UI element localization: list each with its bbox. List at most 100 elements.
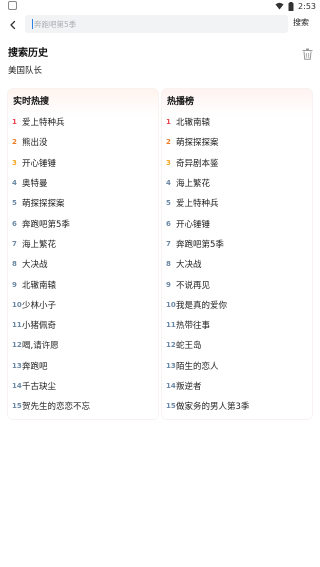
item-title: 海上繁花 (176, 179, 211, 190)
item-title: 奔跑吧第5季 (176, 239, 224, 250)
battery-icon (288, 1, 294, 11)
rank-number: 12 (166, 341, 176, 350)
rank-number: 15 (12, 402, 22, 411)
list-item[interactable]: 15 做家务的男人第3季 (166, 396, 308, 416)
item-title: 喝,请许愿 (22, 341, 59, 352)
status-bar-right: 2:53 (275, 0, 316, 12)
rank-number: 9 (166, 280, 171, 289)
notification-icon (8, 1, 17, 10)
item-title: 不说再见 (176, 280, 211, 291)
item-title: 北辙南辕 (22, 280, 57, 291)
item-title: 开心锤锤 (176, 219, 211, 230)
list-item[interactable]: 9 不说再见 (166, 274, 308, 294)
list-item[interactable]: 14 叛逆者 (166, 376, 308, 396)
rank-number: 4 (166, 179, 171, 188)
list-item[interactable]: 7 奔跑吧第5季 (166, 234, 308, 254)
list-item[interactable]: 3 开心锤锤 (12, 153, 154, 173)
list-item[interactable]: 15 贺先生的恋恋不忘 (12, 396, 154, 416)
list-item[interactable]: 10 少林小子 (12, 295, 154, 315)
rank-number: 12 (12, 341, 22, 350)
list-item[interactable]: 7 海上繁花 (12, 234, 154, 254)
item-title: 爱上特种兵 (22, 118, 65, 129)
rank-number: 6 (166, 219, 171, 228)
hot-list: 1 北辙南辕 2 萌探探探案 3 奇异剧本鉴 4 海上繁花 5 爱上特种兵 6 开心锤锤 7 奔跑吧第5季… (166, 112, 308, 416)
text-caret (32, 19, 33, 29)
list-item[interactable]: 1 北辙南辕 (166, 112, 308, 132)
item-title: 小猪佩奇 (22, 321, 57, 332)
list-item[interactable]: 3 奇异剧本鉴 (166, 153, 308, 173)
search-button[interactable]: 搜索 (293, 17, 309, 28)
list-item[interactable]: 11 热带往事 (166, 315, 308, 335)
item-title: 蛇王岛 (176, 341, 202, 352)
trash-icon[interactable] (302, 45, 313, 60)
list-item[interactable]: 4 海上繁花 (166, 173, 308, 193)
rank-number: 10 (12, 300, 22, 309)
item-title: 大决战 (176, 260, 202, 271)
list-item[interactable]: 8 大决战 (166, 254, 308, 274)
list-item[interactable]: 5 萌探探探案 (12, 193, 154, 213)
rank-number: 5 (166, 199, 171, 208)
back-arrow-icon[interactable] (6, 17, 20, 31)
list-item[interactable]: 5 爱上特种兵 (166, 193, 308, 213)
list-item[interactable]: 4 奥特曼 (12, 173, 154, 193)
realtime-hot-search-panel: 实时热搜 1 爱上特种兵 2 熊出没 3 开心锤锤 4 奥特曼 5 萌探探探案 6 奔跑吧第5季 7 海上… (8, 89, 158, 419)
panel-title: 实时热搜 (13, 97, 50, 107)
list-item[interactable]: 6 开心锤锤 (166, 213, 308, 233)
search-input[interactable] (34, 15, 274, 33)
item-title: 奥特曼 (22, 179, 48, 190)
rank-number: 14 (166, 382, 176, 390)
item-title: 开心锤锤 (22, 158, 57, 169)
rank-number: 3 (12, 158, 17, 167)
item-title: 做家务的男人第3季 (176, 402, 250, 413)
rank-number: 2 (12, 138, 17, 147)
rank-number: 9 (12, 280, 17, 289)
item-title: 热带往事 (176, 321, 211, 332)
status-time: 2:53 (298, 1, 316, 11)
rank-number: 15 (166, 402, 176, 411)
search-history-title: 搜索历史 (8, 48, 48, 59)
item-title: 奇异剧本鉴 (176, 158, 219, 169)
rank-number: 11 (166, 321, 176, 330)
item-title: 陌生的恋人 (176, 361, 219, 372)
list-item[interactable]: 8 大决战 (12, 254, 154, 274)
rank-number: 8 (12, 260, 17, 269)
item-title: 千古玦尘 (22, 382, 57, 392)
list-item[interactable]: 9 北辙南辕 (12, 274, 154, 294)
list-item[interactable]: 12 喝,请许愿 (12, 335, 154, 355)
item-title: 少林小子 (22, 300, 57, 311)
item-title: 萌探探探案 (176, 138, 219, 149)
list-item[interactable]: 6 奔跑吧第5季 (12, 213, 154, 233)
list-item[interactable]: 13 陌生的恋人 (166, 356, 308, 376)
rank-number: 11 (12, 321, 22, 330)
item-title: 萌探探探案 (22, 199, 65, 210)
list-item[interactable]: 10 我是真的爱你 (166, 295, 308, 315)
rank-number: 5 (12, 199, 17, 208)
item-title: 熊出没 (22, 138, 48, 149)
search-bar: 搜索 (0, 12, 320, 36)
rank-number: 1 (166, 118, 171, 127)
item-title: 我是真的爱你 (176, 300, 228, 311)
list-item[interactable]: 11 小猪佩奇 (12, 315, 154, 335)
list-item[interactable]: 14 千古玦尘 (12, 376, 154, 396)
rank-number: 1 (12, 118, 17, 127)
item-title: 爱上特种兵 (176, 199, 219, 210)
rank-number: 7 (166, 239, 171, 248)
status-bar: 2:53 (0, 0, 320, 12)
rank-number: 7 (12, 239, 17, 248)
rank-number: 2 (166, 138, 171, 147)
item-title: 贺先生的恋恋不忘 (22, 402, 91, 413)
search-field[interactable] (25, 15, 288, 33)
list-item[interactable]: 12 蛇王岛 (166, 335, 308, 355)
list-item[interactable]: 13 奔跑吧 (12, 356, 154, 376)
panel-title: 热播榜 (167, 97, 195, 107)
wifi-icon (275, 2, 284, 10)
list-item[interactable]: 1 爱上特种兵 (12, 112, 154, 132)
rank-number: 6 (12, 219, 17, 228)
rank-number: 13 (12, 361, 22, 370)
hot-broadcast-panel: 热播榜 1 北辙南辕 2 萌探探探案 3 奇异剧本鉴 4 海上繁花 5 爱上特种兵 6 开心锤锤 7 奔跑… (162, 89, 312, 419)
item-title: 奔跑吧第5季 (22, 219, 70, 230)
list-item[interactable]: 2 熊出没 (12, 132, 154, 152)
history-item[interactable]: 美国队长 (8, 64, 42, 76)
list-item[interactable]: 2 萌探探探案 (166, 132, 308, 152)
item-title: 奔跑吧 (22, 361, 48, 372)
